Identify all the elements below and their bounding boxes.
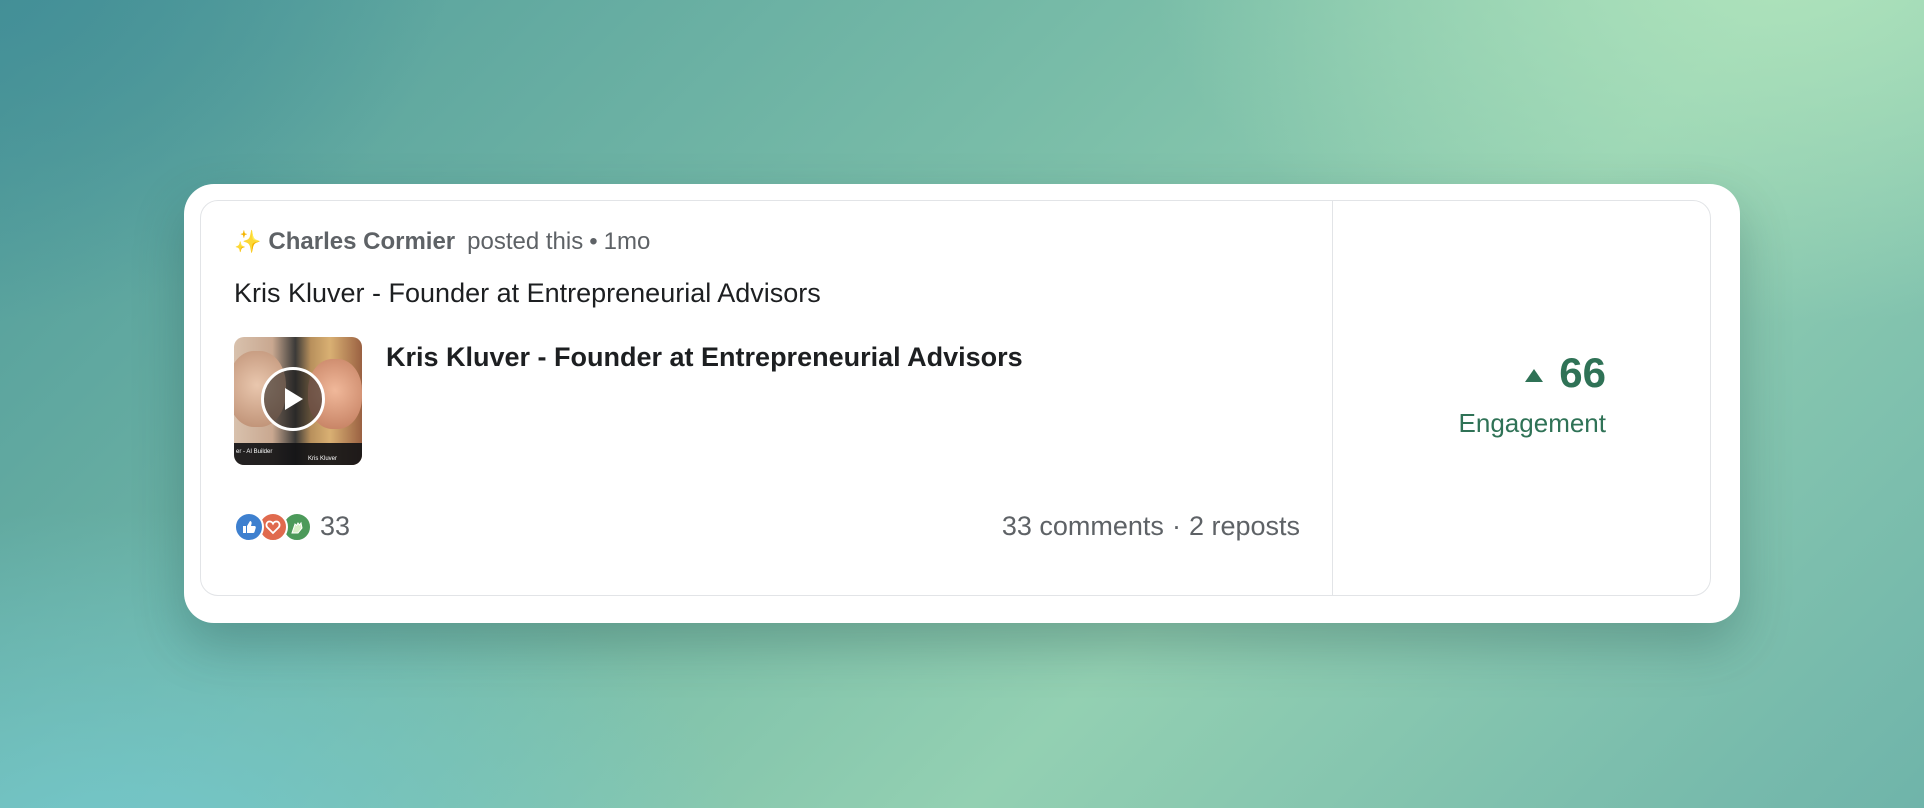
thumbnail-caption-right: Kris Kluver bbox=[308, 456, 338, 462]
stats-separator: · bbox=[1171, 511, 1181, 541]
post-age: 1mo bbox=[603, 228, 651, 255]
play-icon[interactable] bbox=[261, 367, 325, 431]
engagement-label: Engagement bbox=[1458, 408, 1606, 438]
post-card-wrapper: ✨ Charles Cormier posted this • 1mo Kris… bbox=[184, 184, 1740, 623]
reactions-summary[interactable]: 33 bbox=[234, 511, 350, 542]
engagement-number: 66 bbox=[1559, 349, 1606, 396]
thumbnail-caption-left: er - AI Builder bbox=[236, 449, 273, 455]
trend-up-icon bbox=[1525, 368, 1544, 382]
post-meta: ✨ Charles Cormier posted this • 1mo bbox=[234, 228, 650, 256]
like-icon bbox=[234, 511, 264, 542]
post-section: ✨ Charles Cormier posted this • 1mo Kris… bbox=[201, 201, 1333, 595]
video-thumbnail[interactable]: er - AI Builder Kris Kluver bbox=[234, 337, 362, 465]
meta-separator: • bbox=[589, 228, 598, 255]
post-stats: 33 comments · 2 reposts bbox=[1002, 511, 1300, 542]
post-text: Kris Kluver - Founder at Entrepreneurial… bbox=[234, 278, 821, 308]
attachment-title[interactable]: Kris Kluver - Founder at Entrepreneurial… bbox=[386, 342, 1023, 465]
post-card: ✨ Charles Cormier posted this • 1mo Kris… bbox=[200, 200, 1711, 596]
post-action: posted this bbox=[467, 228, 584, 255]
reaction-count: 33 bbox=[320, 511, 351, 541]
engagement-panel: 66 Engagement bbox=[1333, 201, 1710, 595]
post-attachment[interactable]: er - AI Builder Kris Kluver Kris Kluver … bbox=[234, 337, 1023, 465]
reposts-count[interactable]: 2 reposts bbox=[1189, 511, 1300, 541]
author-name[interactable]: Charles Cormier bbox=[268, 228, 455, 256]
engagement-value: 66 bbox=[1525, 349, 1606, 397]
sparkle-icon: ✨ bbox=[234, 229, 262, 254]
comments-count[interactable]: 33 comments bbox=[1002, 511, 1164, 541]
